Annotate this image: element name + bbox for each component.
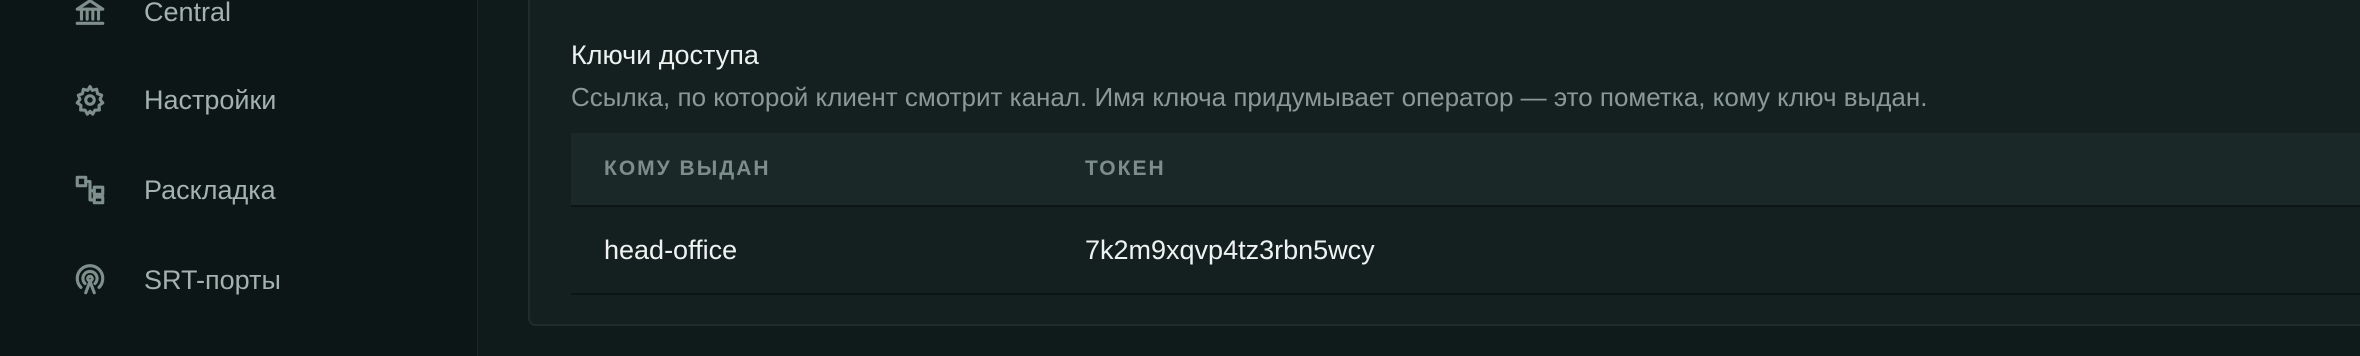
table-row[interactable]: head-office 7k2m9xqvp4tz3rbn5wcy bbox=[571, 207, 2360, 295]
access-keys-table: КОМУ ВЫДАН ТОКЕН head-office 7k2m9xqvp4t… bbox=[571, 133, 2360, 295]
sidebar-item-label: Central bbox=[144, 0, 232, 27]
sidebar-item-label: Настройки bbox=[144, 84, 277, 115]
sidebar-item-srt-ports[interactable]: SRT-порты bbox=[0, 250, 477, 310]
token-cell[interactable]: 7k2m9xqvp4tz3rbn5wcy bbox=[1085, 207, 1375, 293]
table-header: КОМУ ВЫДАН ТОКЕН bbox=[571, 133, 2360, 207]
sidebar-item-settings[interactable]: Настройки bbox=[0, 70, 477, 130]
sidebar-item-label: SRT-порты bbox=[144, 264, 281, 295]
sidebar: Central Настройки Раскладка SRT-порты bbox=[0, 0, 478, 356]
column-header-holder[interactable]: КОМУ ВЫДАН bbox=[604, 133, 771, 205]
bank-icon bbox=[72, 0, 108, 30]
sidebar-item-label: Раскладка bbox=[144, 174, 276, 205]
access-keys-card: Ключи доступа Ссылка, по которой клиент … bbox=[528, 0, 2360, 326]
section-description: Ссылка, по которой клиент смотрит канал.… bbox=[571, 82, 1928, 112]
layout-icon bbox=[72, 172, 108, 208]
key-holder-cell: head-office bbox=[604, 235, 738, 265]
main-content: Ключи доступа Ссылка, по которой клиент … bbox=[478, 0, 2360, 356]
antenna-icon bbox=[72, 262, 108, 298]
sidebar-item-layout[interactable]: Раскладка bbox=[0, 160, 477, 220]
section-title: Ключи доступа bbox=[571, 40, 759, 70]
gear-icon bbox=[72, 82, 108, 118]
column-header-token[interactable]: ТОКЕН bbox=[1085, 133, 1166, 205]
sidebar-item-central[interactable]: Central bbox=[0, 0, 477, 42]
